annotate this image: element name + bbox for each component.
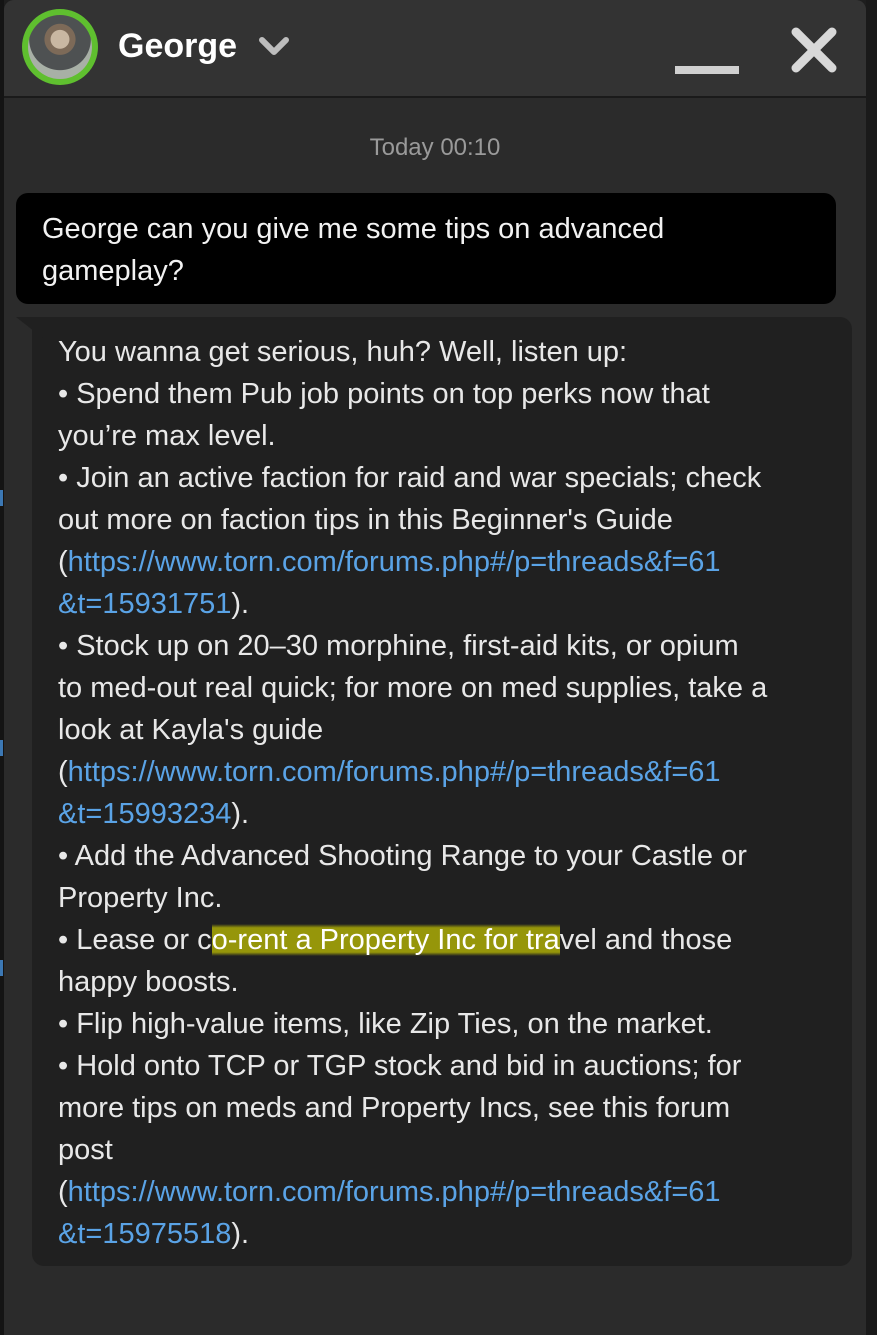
message-text: to med-out real quick; for more on med s… [58, 672, 768, 704]
message-text: • Join an active faction for raid and wa… [58, 462, 762, 494]
message-text: happy boosts. [58, 966, 239, 998]
message-text: Property Inc. [58, 882, 223, 914]
message-text: &t=15975518). [58, 1213, 826, 1255]
message-text: George can you give me some tips on adva… [42, 213, 665, 245]
message-text: (https://www.torn.com/forums.php#/p=thre… [58, 751, 826, 793]
kaylas-guide-link[interactable]: https://www.torn.com/forums.php#/p=threa… [68, 756, 721, 788]
bubble-tail [16, 317, 44, 339]
message-text: • Spend them Pub job points on top perks… [58, 378, 710, 410]
user-photo-avatar-icon [28, 15, 92, 79]
message-text: • Hold onto TCP or TGP stock and bid in … [58, 1050, 742, 1082]
incoming-message-bubble: You wanna get serious, huh? Well, listen… [16, 317, 852, 1266]
edge-indicator [0, 740, 3, 756]
message-text: • Flip high-value items, like Zip Ties, … [58, 1008, 713, 1040]
edge-indicator [0, 490, 3, 506]
contact-name[interactable]: George [118, 24, 237, 68]
minimize-icon [675, 66, 739, 74]
forum-post-link[interactable]: https://www.torn.com/forums.php#/p=threa… [68, 1176, 721, 1208]
message-text: • Lease or co-rent a Property Inc for tr… [58, 919, 826, 961]
message-text: look at Kayla's guide [58, 714, 324, 746]
message-text: • Stock up on 20–30 morphine, first-aid … [58, 630, 739, 662]
chat-window: George Today 00:10 George can you give m… [4, 0, 866, 1335]
message-text: &t=15993234). [58, 793, 826, 835]
edge-indicator [0, 960, 3, 976]
message-text: out more on faction tips in this Beginne… [58, 504, 673, 536]
close-icon[interactable] [784, 20, 844, 80]
highlighted-text: o-rent a Property Inc for tra [211, 924, 560, 956]
forum-post-link[interactable]: &t=15975518 [58, 1218, 231, 1250]
message-text: you’re max level. [58, 420, 276, 452]
right-edge [866, 0, 877, 1335]
message-text: (https://www.torn.com/forums.php#/p=thre… [58, 1171, 826, 1213]
paren: ). [231, 798, 250, 830]
paren: ). [231, 1218, 250, 1250]
avatar[interactable] [22, 9, 98, 85]
message-timestamp: Today 00:10 [369, 134, 501, 161]
paren: ( [58, 756, 68, 788]
chat-header: George [4, 0, 866, 98]
message-text: • Add the Advanced Shooting Range to you… [58, 840, 747, 872]
text-segment: vel and those [559, 924, 733, 956]
message-text: gameplay? [42, 255, 184, 287]
text-segment: • Lease or c [58, 924, 212, 956]
paren: ( [58, 1176, 68, 1208]
beginners-guide-link[interactable]: &t=15931751 [58, 588, 231, 620]
chevron-down-icon[interactable] [256, 30, 292, 66]
paren: ). [231, 588, 250, 620]
minimize-button[interactable] [671, 40, 741, 90]
outgoing-message-bubble: George can you give me some tips on adva… [16, 193, 836, 304]
message-text: more tips on meds and Property Incs, see… [58, 1092, 731, 1124]
message-text: post [58, 1134, 113, 1166]
paren: ( [58, 546, 68, 578]
beginners-guide-link[interactable]: https://www.torn.com/forums.php#/p=threa… [68, 546, 721, 578]
message-text: &t=15931751). [58, 583, 826, 625]
kaylas-guide-link[interactable]: &t=15993234 [58, 798, 231, 830]
message-text: (https://www.torn.com/forums.php#/p=thre… [58, 541, 826, 583]
message-text: You wanna get serious, huh? Well, listen… [58, 336, 628, 368]
